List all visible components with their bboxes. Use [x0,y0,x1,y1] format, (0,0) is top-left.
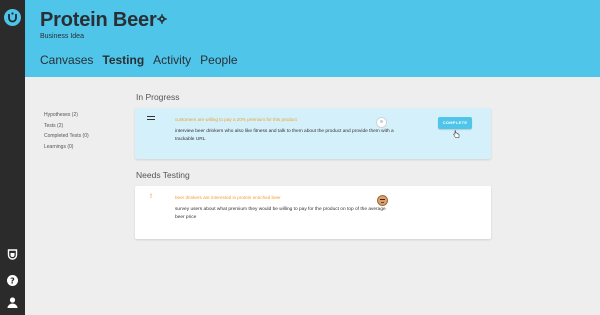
tab-bar: Canvases Testing Activity People [40,53,238,67]
avatar[interactable] [376,117,387,128]
test-description: survey users about what premium they wou… [175,207,386,220]
avatar[interactable] [377,195,388,206]
sidebar-item-learnings[interactable]: Learnings (0) [44,142,89,153]
sidebar-item-hypotheses[interactable]: Hypotheses (2) [44,110,89,121]
sidebar-item-completed-tests[interactable]: Completed Tests (0) [44,131,89,142]
logo-icon[interactable] [4,9,21,26]
tab-activity[interactable]: Activity [153,53,191,67]
hypothesis-text[interactable]: customers are willing to pay a 20% premi… [175,117,297,122]
drag-handle-icon[interactable] [147,116,155,122]
header: Protein Beer Business Idea Canvases Test… [25,0,600,77]
help-icon[interactable]: ? [6,274,19,287]
page-title: Protein Beer [40,9,157,31]
svg-text:?: ? [10,276,15,285]
hand-cursor-icon [453,125,460,138]
user-icon[interactable] [6,296,19,309]
in-progress-heading: In Progress [136,92,180,102]
tab-testing[interactable]: Testing [102,53,144,67]
tab-people[interactable]: People [200,53,237,67]
page-subtitle: Business Idea [40,33,84,40]
left-rail: ? [0,0,25,315]
in-progress-card[interactable]: customers are willing to pay a 20% premi… [135,108,491,159]
alert-icon: ! [150,194,152,200]
test-description: interview beer drinkers who also like fi… [175,129,394,142]
hypothesis-text[interactable]: beer drinkers are interested in protein … [175,195,281,200]
needs-testing-card[interactable]: ! beer drinkers are interested in protei… [135,186,491,239]
tab-canvases[interactable]: Canvases [40,53,93,67]
gear-icon[interactable] [157,11,167,24]
shield-icon[interactable] [6,248,19,261]
sidebar-item-tests[interactable]: Tests (2) [44,121,89,132]
testing-sidebar: Hypotheses (2) Tests (2) Completed Tests… [44,110,89,152]
needs-testing-heading: Needs Testing [136,170,190,180]
